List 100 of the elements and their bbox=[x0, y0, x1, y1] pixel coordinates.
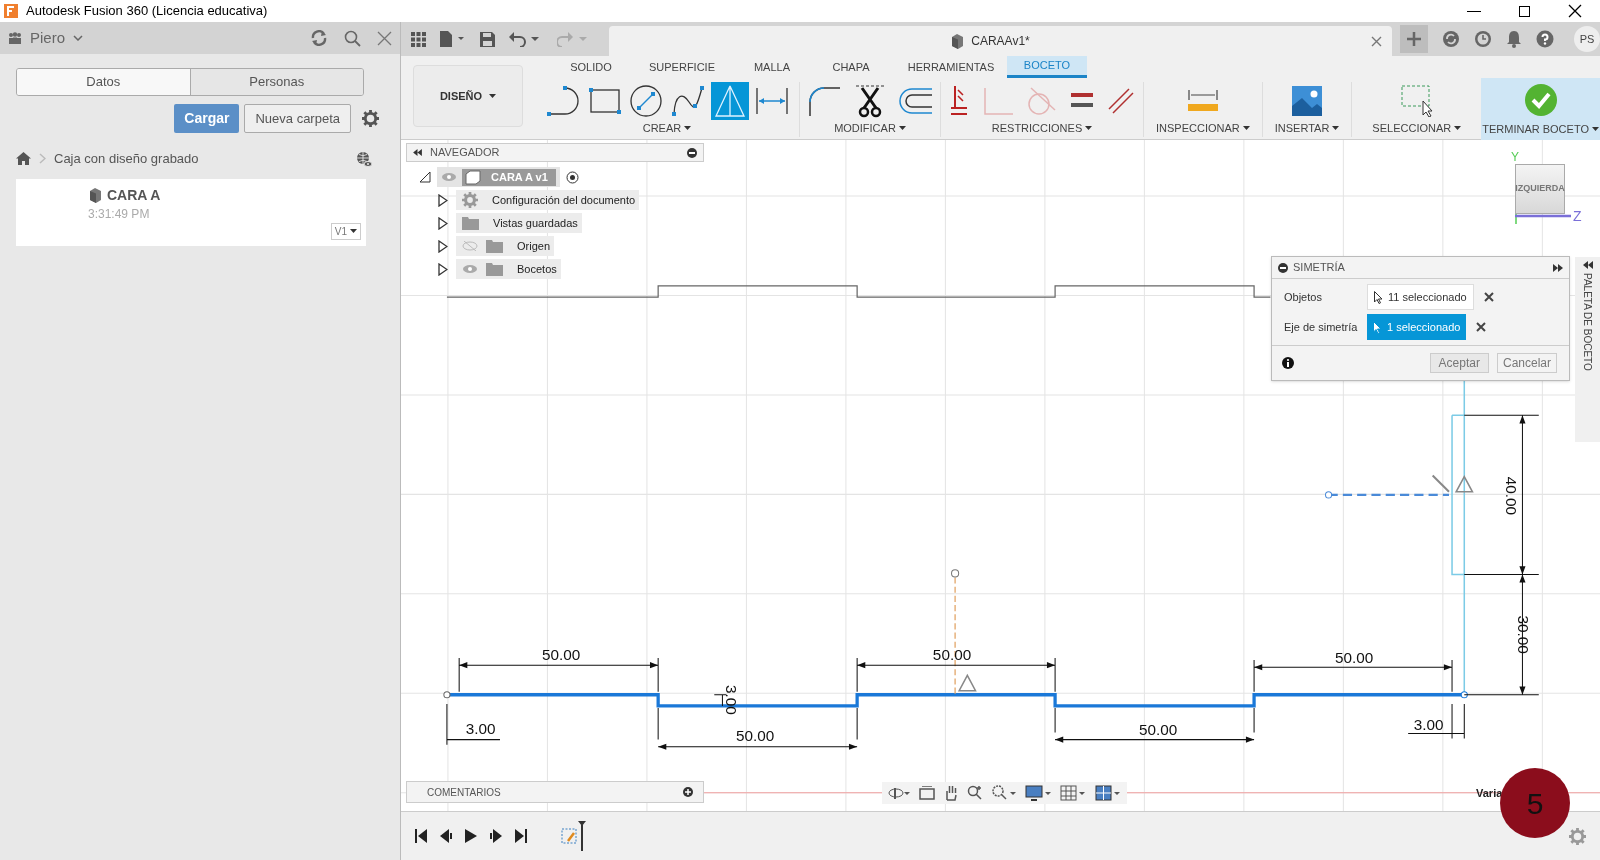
dimension-value[interactable]: 50.00 bbox=[542, 646, 581, 664]
dimension-value[interactable]: 50.00 bbox=[932, 646, 972, 664]
expanded-icon[interactable] bbox=[420, 171, 431, 183]
comments-bar[interactable]: COMENTARIOS bbox=[406, 781, 704, 803]
group-label[interactable]: SELECCIONAR bbox=[1372, 120, 1452, 137]
user-name[interactable]: Piero bbox=[30, 26, 66, 50]
file-card[interactable]: CARA A 3:31:49 PM V1 bbox=[16, 178, 366, 246]
tree-item[interactable]: Configuración del documento bbox=[456, 190, 640, 210]
toolbar-tab[interactable]: MALLA bbox=[737, 56, 807, 78]
search-icon[interactable] bbox=[344, 29, 361, 47]
dimension-value[interactable]: 3.00 bbox=[1413, 715, 1444, 733]
sketch-point[interactable] bbox=[443, 691, 451, 699]
fillet-icon[interactable] bbox=[808, 84, 842, 118]
help-icon[interactable] bbox=[1536, 30, 1554, 48]
equal-icon[interactable] bbox=[1071, 93, 1093, 109]
new-tab-button[interactable] bbox=[1400, 25, 1428, 53]
add-icon[interactable] bbox=[683, 787, 693, 797]
offset-icon[interactable] bbox=[898, 87, 932, 115]
hand-icon[interactable] bbox=[944, 785, 958, 801]
toolbar-tab[interactable]: CHAPA bbox=[807, 56, 895, 78]
orbit-icon[interactable] bbox=[888, 785, 910, 801]
dimension-value[interactable]: 50.00 bbox=[1139, 720, 1178, 738]
minimize-icon[interactable] bbox=[687, 147, 697, 158]
viewports-icon[interactable] bbox=[1095, 785, 1121, 801]
group-label[interactable]: RESTRICCIONES bbox=[991, 120, 1083, 137]
collapse-icon[interactable] bbox=[1278, 262, 1288, 273]
image-icon[interactable] bbox=[1292, 86, 1323, 116]
expand-icon[interactable] bbox=[438, 262, 448, 276]
step-back-icon[interactable] bbox=[440, 829, 452, 843]
save-icon[interactable] bbox=[480, 31, 495, 47]
clear-icon[interactable] bbox=[1476, 322, 1487, 332]
finish-sketch-button[interactable]: TERMINAR BOCETO bbox=[1481, 78, 1600, 141]
accept-button[interactable]: Aceptar bbox=[1429, 353, 1489, 373]
expand-icon[interactable] bbox=[438, 239, 448, 253]
document-tab[interactable]: CARAAv1* bbox=[609, 26, 1392, 56]
minimize-icon[interactable] bbox=[1467, 10, 1481, 12]
group-label[interactable]: MODIFICAR bbox=[834, 120, 896, 137]
tool-button[interactable] bbox=[627, 82, 665, 120]
home-icon[interactable] bbox=[16, 152, 31, 166]
toolbar-tab[interactable]: HERRAMIENTAS bbox=[895, 56, 1007, 78]
sketch-palette-tab[interactable]: PALETA DE BOCETO bbox=[1575, 257, 1600, 442]
sketch-profile[interactable] bbox=[446, 285, 1271, 298]
symmetry-axis[interactable] bbox=[1325, 491, 1449, 499]
new-folder-button[interactable]: Nueva carpeta bbox=[244, 104, 351, 133]
dimension-value[interactable]: 50.00 bbox=[735, 727, 775, 745]
refresh-icon[interactable] bbox=[310, 30, 328, 46]
tree-item[interactable]: Bocetos bbox=[456, 259, 561, 279]
breadcrumb[interactable]: Caja con diseño grabado bbox=[54, 149, 199, 169]
display-icon[interactable] bbox=[1025, 785, 1051, 801]
restore-icon[interactable] bbox=[1519, 5, 1530, 17]
camera-icon[interactable] bbox=[919, 786, 935, 800]
skip-start-icon[interactable] bbox=[415, 829, 427, 843]
close-icon[interactable] bbox=[1568, 4, 1582, 18]
variables-label[interactable]: Varia bbox=[1476, 785, 1503, 802]
tree-item[interactable]: Vistas guardadas bbox=[456, 213, 582, 233]
info-icon[interactable] bbox=[1282, 357, 1294, 369]
dimension-value[interactable]: 3.00 bbox=[465, 719, 496, 737]
measure-icon[interactable] bbox=[1187, 90, 1218, 112]
select-icon[interactable] bbox=[1400, 85, 1433, 117]
collapse-icon[interactable] bbox=[413, 149, 422, 156]
expand-icon[interactable] bbox=[1553, 263, 1563, 272]
clear-icon[interactable] bbox=[1483, 292, 1494, 302]
skip-end-icon[interactable] bbox=[515, 829, 527, 843]
group-label[interactable]: INSERTAR bbox=[1274, 120, 1330, 137]
group-label[interactable]: INSPECCIONAR bbox=[1156, 120, 1240, 137]
tree-item[interactable]: Origen bbox=[456, 236, 555, 256]
settings-icon[interactable] bbox=[362, 110, 379, 127]
cancel-button[interactable]: Cancelar bbox=[1496, 353, 1557, 373]
selection-field[interactable]: 11 seleccionado bbox=[1367, 284, 1474, 310]
group-label[interactable]: TERMINAR BOCETO bbox=[1482, 121, 1589, 138]
toolbar-tab[interactable]: SOLIDO bbox=[555, 56, 627, 78]
version-dropdown[interactable]: V1 bbox=[330, 222, 361, 240]
chevron-down-icon[interactable] bbox=[73, 35, 84, 41]
expand-icon[interactable] bbox=[1582, 261, 1593, 269]
segment-tab[interactable]: Datos bbox=[17, 69, 190, 95]
coincident-icon[interactable] bbox=[949, 86, 969, 116]
dimension-value[interactable]: 50.00 bbox=[1334, 648, 1374, 666]
grid-icon[interactable] bbox=[1060, 785, 1086, 801]
segment-tab[interactable]: Personas bbox=[189, 69, 363, 95]
play-icon[interactable] bbox=[465, 829, 477, 843]
workspace-dropdown[interactable]: DISEÑO bbox=[413, 65, 523, 127]
view-cube[interactable]: IZQUIERDA bbox=[1515, 164, 1565, 214]
zoom-window-icon[interactable] bbox=[992, 785, 1016, 801]
globe-icon[interactable] bbox=[356, 150, 372, 167]
activate-icon[interactable] bbox=[565, 170, 579, 184]
dimension-value[interactable]: 3.00 bbox=[723, 684, 741, 715]
expand-icon[interactable] bbox=[438, 216, 448, 230]
scissors-icon[interactable] bbox=[856, 84, 884, 118]
parallel-icon[interactable] bbox=[1107, 87, 1135, 115]
zoom-icon[interactable] bbox=[967, 785, 983, 801]
sync-icon[interactable] bbox=[1442, 30, 1460, 48]
group-label[interactable]: CREAR bbox=[642, 120, 682, 137]
expand-icon[interactable] bbox=[438, 193, 448, 207]
user-avatar[interactable]: PS bbox=[1574, 26, 1600, 52]
step-forward-icon[interactable] bbox=[490, 829, 502, 843]
apps-grid-icon[interactable] bbox=[411, 31, 426, 47]
file-menu-icon[interactable] bbox=[440, 31, 466, 47]
toolbar-tab[interactable]: SUPERFICIE bbox=[627, 56, 737, 78]
bell-icon[interactable] bbox=[1506, 30, 1522, 48]
clock-icon[interactable] bbox=[1474, 30, 1492, 48]
